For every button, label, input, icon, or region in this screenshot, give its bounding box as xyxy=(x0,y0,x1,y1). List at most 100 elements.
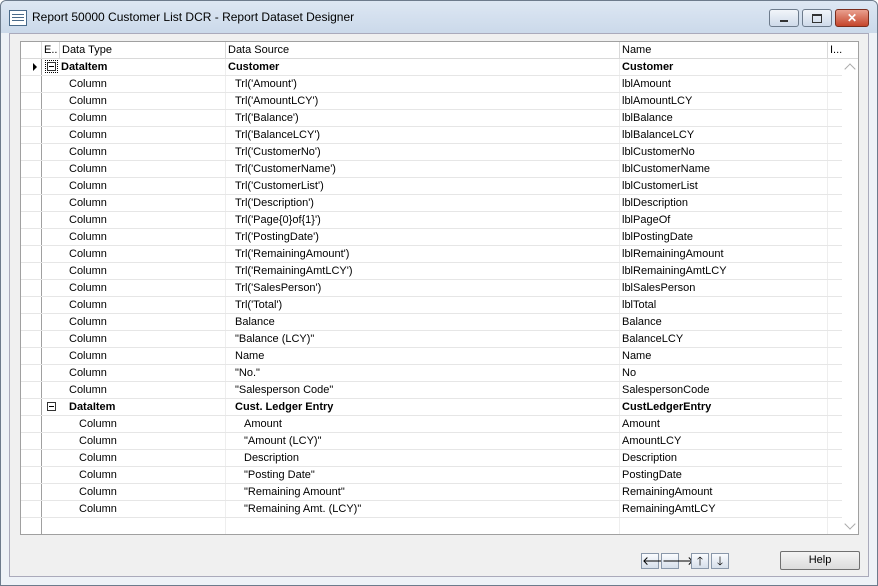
table-row[interactable]: Column Description Description xyxy=(21,450,843,467)
include-cell[interactable] xyxy=(828,484,843,500)
data-source-cell[interactable]: Customer xyxy=(228,59,620,75)
row-selector[interactable] xyxy=(21,297,42,313)
data-type-cell[interactable]: Column xyxy=(69,348,226,364)
vertical-scrollbar[interactable] xyxy=(842,59,858,534)
data-source-cell[interactable]: Description xyxy=(244,450,620,466)
table-row[interactable]: Column Trl('SalesPerson') lblSalesPerson xyxy=(21,280,843,297)
include-cell[interactable] xyxy=(828,212,843,228)
name-cell[interactable]: lblAmountLCY xyxy=(622,93,828,109)
include-cell[interactable] xyxy=(828,297,843,313)
name-cell[interactable]: lblPageOf xyxy=(622,212,828,228)
data-source-cell[interactable]: "Amount (LCY)" xyxy=(244,433,620,449)
table-row[interactable]: Column Trl('Balance') lblBalance xyxy=(21,110,843,127)
table-row[interactable] xyxy=(21,518,843,534)
row-selector[interactable] xyxy=(21,212,42,228)
table-row[interactable]: Column Trl('RemainingAmount') lblRemaining… xyxy=(21,246,843,263)
scroll-up-icon[interactable] xyxy=(844,63,856,75)
row-selector[interactable] xyxy=(21,331,42,347)
row-selector[interactable] xyxy=(21,59,42,75)
move-up-button[interactable]: 🡑 xyxy=(691,553,709,569)
data-source-cell[interactable]: Trl('Page{0}of{1}') xyxy=(235,212,620,228)
row-selector[interactable] xyxy=(21,76,42,92)
data-source-cell[interactable]: Trl('SalesPerson') xyxy=(235,280,620,296)
row-selector[interactable] xyxy=(21,399,42,415)
collapse-icon[interactable] xyxy=(45,60,58,73)
name-cell[interactable]: lblBalance xyxy=(622,110,828,126)
table-row[interactable]: Column Name Name xyxy=(21,348,843,365)
data-type-cell[interactable]: Column xyxy=(69,331,226,347)
data-source-cell[interactable] xyxy=(228,518,620,534)
name-cell[interactable]: Description xyxy=(622,450,828,466)
table-row[interactable]: Column "Amount (LCY)" AmountLCY xyxy=(21,433,843,450)
data-source-cell[interactable]: "Remaining Amt. (LCY)" xyxy=(244,501,620,517)
row-selector[interactable] xyxy=(21,127,42,143)
name-cell[interactable]: BalanceLCY xyxy=(622,331,828,347)
name-cell[interactable]: RemainingAmtLCY xyxy=(622,501,828,517)
data-source-cell[interactable]: Name xyxy=(235,348,620,364)
move-left-button[interactable]: 🡐 xyxy=(641,553,674,569)
row-selector[interactable] xyxy=(21,314,42,330)
data-type-cell[interactable]: Column xyxy=(69,161,226,177)
data-source-cell[interactable]: Trl('RemainingAmount') xyxy=(235,246,620,262)
data-type-cell[interactable]: Column xyxy=(79,501,226,517)
name-cell[interactable]: Customer xyxy=(622,59,828,75)
row-selector[interactable] xyxy=(21,484,42,500)
include-cell[interactable] xyxy=(828,382,843,398)
close-button[interactable]: ✕ xyxy=(835,9,869,27)
data-type-cell[interactable]: Column xyxy=(79,416,226,432)
data-type-cell[interactable]: Column xyxy=(69,263,226,279)
name-cell[interactable]: Name xyxy=(622,348,828,364)
column-header-data-type[interactable]: Data Type xyxy=(60,42,226,59)
data-source-cell[interactable]: "No." xyxy=(235,365,620,381)
name-cell[interactable]: CustLedgerEntry xyxy=(622,399,828,415)
column-header-name[interactable]: Name xyxy=(620,42,828,59)
data-source-cell[interactable]: "Salesperson Code" xyxy=(235,382,620,398)
data-type-cell[interactable]: DataItem xyxy=(61,59,226,75)
table-row[interactable]: Column Balance Balance xyxy=(21,314,843,331)
name-cell[interactable]: lblCustomerList xyxy=(622,178,828,194)
data-type-cell[interactable]: Column xyxy=(79,467,226,483)
include-cell[interactable] xyxy=(828,314,843,330)
include-cell[interactable] xyxy=(828,195,843,211)
row-selector[interactable] xyxy=(21,348,42,364)
include-cell[interactable] xyxy=(828,178,843,194)
table-row[interactable]: Column "Balance (LCY)" BalanceLCY xyxy=(21,331,843,348)
row-selector[interactable] xyxy=(21,263,42,279)
data-type-cell[interactable]: Column xyxy=(69,110,226,126)
table-row[interactable]: Column Trl('RemainingAmtLCY') lblRemaining… xyxy=(21,263,843,280)
row-selector[interactable] xyxy=(21,450,42,466)
name-cell[interactable]: lblRemainingAmount xyxy=(622,246,828,262)
name-cell[interactable]: lblAmount xyxy=(622,76,828,92)
data-type-cell[interactable]: Column xyxy=(69,382,226,398)
name-cell[interactable]: Amount xyxy=(622,416,828,432)
data-source-cell[interactable]: Trl('PostingDate') xyxy=(235,229,620,245)
table-row[interactable]: Column Trl('AmountLCY') lblAmountLCY xyxy=(21,93,843,110)
row-selector[interactable] xyxy=(21,382,42,398)
data-source-cell[interactable]: Trl('Description') xyxy=(235,195,620,211)
data-type-cell[interactable]: Column xyxy=(69,76,226,92)
include-cell[interactable] xyxy=(828,450,843,466)
table-row[interactable]: Column Amount Amount xyxy=(21,416,843,433)
row-selector[interactable] xyxy=(21,433,42,449)
table-row[interactable]: Column "Remaining Amount" RemainingAmount xyxy=(21,484,843,501)
data-source-cell[interactable]: "Posting Date" xyxy=(244,467,620,483)
table-row[interactable]: Column "Remaining Amt. (LCY)" RemainingAmt… xyxy=(21,501,843,518)
data-type-cell[interactable] xyxy=(61,518,226,534)
include-cell[interactable] xyxy=(828,433,843,449)
data-source-cell[interactable]: Trl('Balance') xyxy=(235,110,620,126)
data-source-cell[interactable]: Trl('Total') xyxy=(235,297,620,313)
data-source-cell[interactable]: Trl('CustomerNo') xyxy=(235,144,620,160)
include-cell[interactable] xyxy=(828,59,843,75)
maximize-button[interactable] xyxy=(802,9,832,27)
include-cell[interactable] xyxy=(828,416,843,432)
table-row[interactable]: Column "Posting Date" PostingDate xyxy=(21,467,843,484)
row-selector[interactable] xyxy=(21,161,42,177)
table-row[interactable]: Column Trl('Description') lblDescription xyxy=(21,195,843,212)
include-cell[interactable] xyxy=(828,518,843,534)
table-row[interactable]: Column Trl('Amount') lblAmount xyxy=(21,76,843,93)
name-cell[interactable]: Balance xyxy=(622,314,828,330)
name-cell[interactable]: PostingDate xyxy=(622,467,828,483)
include-cell[interactable] xyxy=(828,263,843,279)
name-cell[interactable] xyxy=(622,518,828,534)
row-selector[interactable] xyxy=(21,229,42,245)
